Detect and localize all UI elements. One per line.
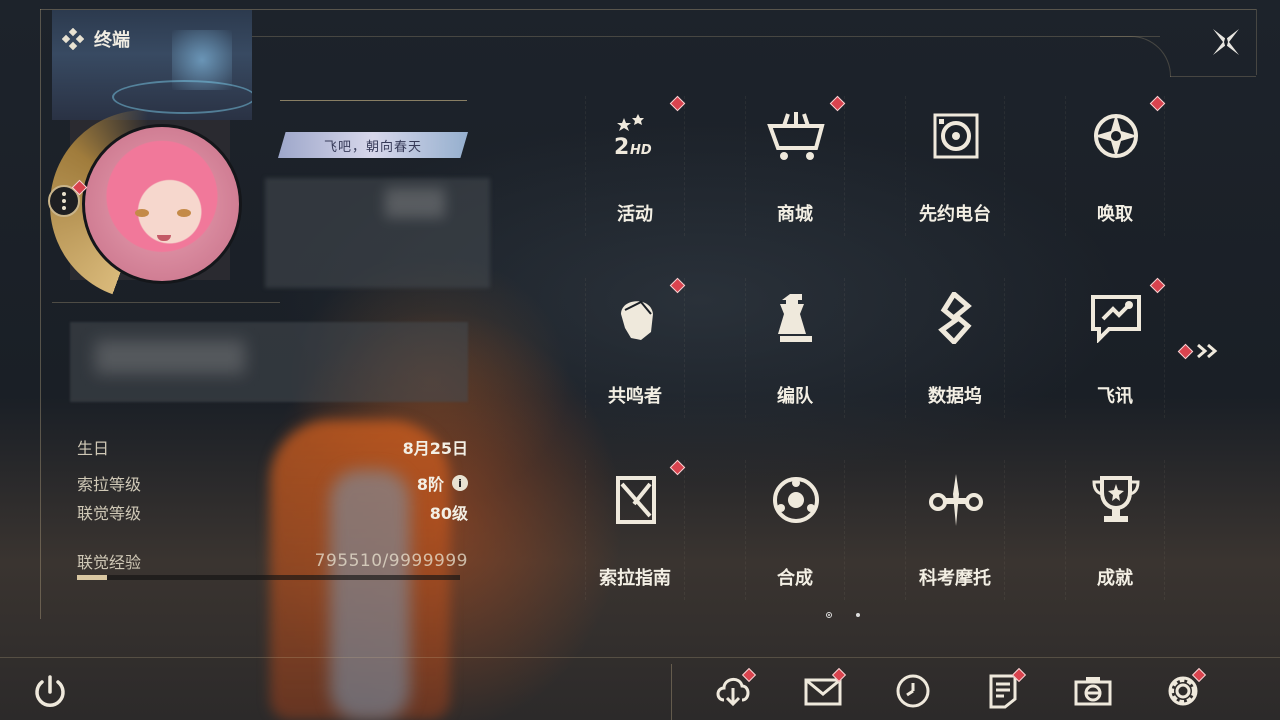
- exp-label: 联觉经验: [77, 553, 142, 572]
- tile-label: 编队: [777, 386, 813, 407]
- tile-activity[interactable]: 2 HD 活动: [585, 95, 686, 236]
- notice-button[interactable]: [982, 667, 1027, 712]
- info-value: 80级: [429, 504, 468, 523]
- tile-label: 唤取: [1097, 204, 1133, 225]
- motorcycle-icon: [926, 470, 986, 530]
- signature-text: 飞吧，朝向春天: [323, 139, 422, 155]
- page-dot-active[interactable]: [826, 612, 832, 618]
- guide-book-icon: [606, 470, 666, 530]
- info-label: 索拉等级: [77, 475, 142, 494]
- profile-divider: [52, 302, 280, 303]
- frame-line-left: [40, 9, 41, 619]
- tile-synthesis[interactable]: 合成: [745, 460, 845, 600]
- tile-achievements[interactable]: 成就: [1065, 460, 1165, 600]
- info-value-wrap: 8阶 i: [417, 471, 468, 495]
- settings-button[interactable]: [1162, 667, 1207, 712]
- tile-label: 成就: [1097, 568, 1133, 589]
- tile-label: 共鸣者: [608, 386, 662, 407]
- tile-shop[interactable]: 商城: [745, 95, 846, 236]
- event-2hd-icon: 2 HD: [606, 106, 666, 166]
- data-dock-icon: [926, 288, 986, 348]
- tile-sola-guide[interactable]: 索拉指南: [585, 459, 686, 600]
- red-dot-badge: [1149, 95, 1166, 112]
- page-dot[interactable]: [856, 613, 860, 617]
- camera-icon: [1074, 677, 1112, 706]
- bottom-bar-divider: [0, 657, 1280, 658]
- exp-value: 795510/9999999: [314, 551, 468, 571]
- trophy-icon: [1086, 470, 1146, 530]
- clock-button[interactable]: [892, 670, 934, 712]
- next-page-button[interactable]: [1177, 340, 1220, 362]
- frame-line-right: [1170, 76, 1256, 77]
- exp-progress-fill: [77, 575, 108, 580]
- chess-team-icon: [766, 288, 826, 348]
- close-icon: [1213, 29, 1239, 55]
- frame-line-inner: [250, 36, 1160, 37]
- header: 终端: [62, 26, 130, 52]
- red-dot-badge: [669, 95, 686, 112]
- info-label: 联觉等级: [77, 504, 142, 523]
- blurred-name-area: [265, 178, 490, 288]
- close-button[interactable]: [1206, 22, 1246, 62]
- info-sola-level-row: 索拉等级 8阶 i: [77, 472, 468, 494]
- tile-radio[interactable]: 先约电台: [905, 96, 1005, 236]
- name-divider: [280, 100, 467, 101]
- tile-label: 数据坞: [928, 386, 982, 407]
- svg-text:HD: HD: [630, 143, 652, 158]
- tile-motorcycle[interactable]: 科考摩托: [905, 460, 1005, 600]
- tile-label: 活动: [617, 204, 653, 225]
- shop-cart-icon: [766, 106, 826, 166]
- svg-text:2: 2: [614, 135, 629, 160]
- clock-icon: [896, 674, 930, 708]
- double-chevron-right-icon: [1197, 343, 1218, 359]
- radio-turntable-icon: [926, 106, 986, 166]
- signature-banner: 飞吧，朝向春天: [278, 132, 468, 158]
- info-icon[interactable]: i: [452, 475, 468, 491]
- message-chat-icon: [1086, 288, 1146, 348]
- red-dot-badge: [1149, 277, 1166, 294]
- download-button[interactable]: [712, 667, 757, 712]
- red-dot-badge: [669, 277, 686, 294]
- info-value: 8月25日: [402, 439, 468, 458]
- avatar[interactable]: [82, 124, 242, 284]
- tile-resonators[interactable]: 共鸣者: [585, 277, 686, 418]
- exp-row: 联觉经验 795510/9999999: [77, 550, 468, 572]
- power-icon: [35, 675, 65, 707]
- tile-label: 科考摩托: [919, 568, 991, 589]
- tile-convene[interactable]: 唤取: [1065, 95, 1166, 236]
- power-button[interactable]: [30, 672, 70, 712]
- tile-data-dock[interactable]: 数据坞: [905, 278, 1005, 418]
- info-birthday-row: 生日 8月25日: [77, 436, 468, 458]
- info-label: 生日: [77, 439, 110, 458]
- tile-team[interactable]: 编队: [745, 278, 845, 418]
- red-dot-badge: [669, 459, 686, 476]
- blurred-bio-area: [70, 322, 468, 402]
- bottom-bar-separator: [671, 664, 672, 720]
- convene-star-icon: [1086, 106, 1146, 166]
- notice-doc-icon: [989, 674, 1017, 709]
- terminal-diamond-icon: [62, 28, 84, 50]
- function-grid: 2 HD 活动 商城 先约电台 唤取 共鸣者 编队 数据坞 飞讯 索拉指南 合成…: [585, 95, 1166, 606]
- page-title: 终端: [94, 30, 130, 51]
- tile-label: 索拉指南: [599, 568, 671, 589]
- tile-label: 商城: [777, 204, 813, 225]
- tile-label: 先约电台: [919, 204, 991, 225]
- frame-line-right-vertical: [1256, 9, 1257, 75]
- mail-button[interactable]: [802, 667, 847, 712]
- info-union-level-row: 联觉等级 80级: [77, 501, 468, 523]
- info-value: 8阶: [416, 475, 444, 494]
- exp-progress-bar: [77, 575, 460, 580]
- red-dot-badge: [1177, 343, 1194, 359]
- tile-messages[interactable]: 飞讯: [1065, 277, 1166, 418]
- tile-label: 飞讯: [1097, 386, 1133, 407]
- mail-icon: [804, 678, 842, 706]
- synthesis-circle-icon: [766, 470, 826, 530]
- red-dot-badge: [829, 95, 846, 112]
- camera-button[interactable]: [1072, 670, 1114, 712]
- page-indicator: [826, 612, 860, 618]
- tile-label: 合成: [777, 568, 813, 589]
- resonator-head-icon: [606, 288, 666, 348]
